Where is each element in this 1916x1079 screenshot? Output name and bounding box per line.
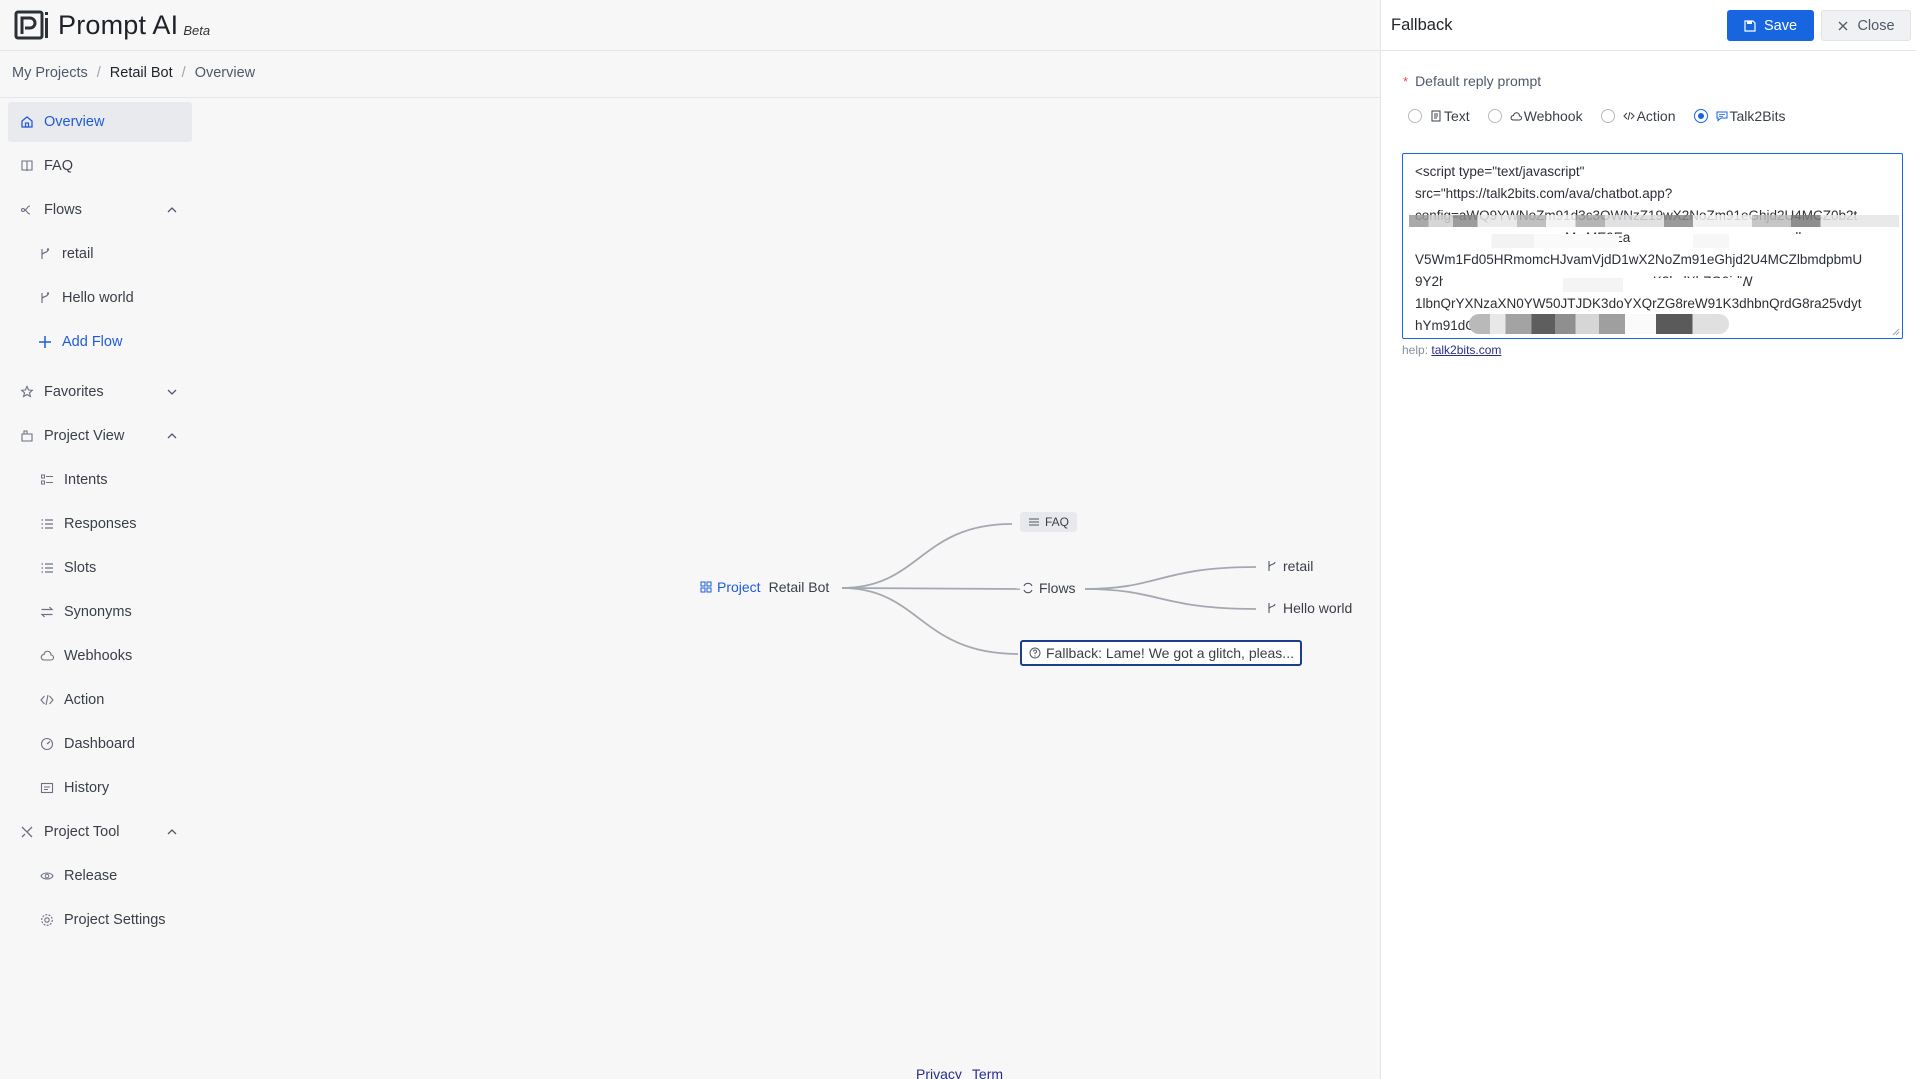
default-reply-prompt-label: * Default reply prompt: [1403, 73, 1542, 89]
save-icon: [1744, 19, 1756, 32]
fallback-node-label: Fallback: Lame! We got a glitch, pleas..…: [1046, 645, 1294, 661]
breadcrumb-retail-bot[interactable]: Retail Bot: [110, 65, 173, 81]
root-node-prefix: Project: [717, 579, 761, 595]
help-link[interactable]: talk2bits.com: [1431, 343, 1501, 357]
list-icon: [1028, 516, 1040, 528]
prompt-code-textarea[interactable]: <script type="text/javascript" src="http…: [1402, 153, 1903, 339]
breadcrumb: My Projects / Retail Bot / Overview: [12, 65, 255, 81]
document-icon: [1430, 110, 1442, 122]
prompt-ai-logo-icon: [14, 10, 48, 40]
redaction-mask: [1693, 234, 1873, 248]
beta-badge: Beta: [183, 22, 211, 38]
privacy-link[interactable]: Privacy: [916, 1066, 962, 1079]
radio-text[interactable]: Text: [1408, 108, 1470, 124]
redaction-mask: [1469, 314, 1729, 334]
help-prefix: help:: [1402, 343, 1429, 357]
radio-action[interactable]: Action: [1600, 108, 1676, 124]
footer: Privacy Term: [916, 1066, 1003, 1079]
help-text: help: talk2bits.com: [1402, 343, 1501, 357]
branch-icon: [1266, 560, 1278, 572]
flow-node-label: retail: [1283, 558, 1314, 574]
radio-label: Talk2Bits: [1729, 108, 1786, 124]
radio-circle[interactable]: [1693, 109, 1708, 123]
app-header: Prompt AI Beta: [0, 0, 1380, 51]
radio-label: Text: [1444, 108, 1470, 124]
mindmap-fallback-node[interactable]: Fallback: Lame! We got a glitch, pleas..…: [1020, 640, 1302, 666]
reply-type-radio-group: Text Webhook Action Talk2Bits: [1408, 108, 1804, 124]
mindmap-faq-node[interactable]: FAQ: [1020, 512, 1078, 532]
mindmap-flow-retail-node[interactable]: retail: [1266, 558, 1313, 574]
radio-circle[interactable]: [1487, 109, 1502, 123]
flow-node-label: Hello world: [1283, 600, 1353, 616]
redaction-mask: [1449, 234, 1619, 248]
drawer-title: Fallback: [1391, 15, 1453, 34]
cloud-icon: [1510, 110, 1522, 122]
close-button-label: Close: [1857, 17, 1895, 34]
mindmap-flow-hello-world-node[interactable]: Hello world: [1266, 600, 1352, 616]
code-line: src="https://talk2bits.com/ava/chatbot.a…: [1415, 186, 1673, 201]
code-line: V5Wm1Fd05HRmomcHJvamVjdD1wX2NoZm91eGhjd2…: [1415, 252, 1863, 267]
mindmap-connectors: [841, 523, 1257, 655]
save-button-label: Save: [1763, 17, 1798, 34]
brand-name: Prompt AI: [58, 9, 179, 40]
refresh-icon: [1022, 582, 1034, 594]
flows-node-label: Flows: [1039, 580, 1076, 596]
question-circle-icon: [1029, 647, 1041, 659]
breadcrumb-overview: Overview: [194, 65, 256, 81]
redaction-mask: [1443, 278, 1743, 292]
redaction-mask: [1409, 215, 1899, 227]
save-button[interactable]: Save: [1727, 10, 1814, 41]
resize-handle-icon[interactable]: [1892, 328, 1900, 336]
close-button[interactable]: Close: [1821, 10, 1911, 41]
mindmap-root-node[interactable]: Project Retail Bot: [700, 579, 829, 595]
close-icon: [1838, 21, 1848, 30]
breadcrumb-my-projects[interactable]: My Projects: [12, 65, 88, 81]
term-link[interactable]: Term: [972, 1066, 1003, 1079]
radio-circle[interactable]: [1600, 109, 1615, 123]
grid-icon: [700, 581, 712, 593]
code-icon: [1622, 110, 1635, 122]
radio-webhook[interactable]: Webhook: [1487, 108, 1583, 124]
required-asterisk: *: [1403, 73, 1409, 89]
radio-circle[interactable]: [1408, 109, 1422, 123]
root-node-name: Retail Bot: [768, 579, 830, 595]
drawer-header: Fallback Save Close: [1381, 0, 1916, 51]
radio-label: Action: [1636, 108, 1676, 124]
fallback-drawer: Fallback Save Close * Default reply prom…: [1380, 0, 1916, 1079]
mindmap-flows-node[interactable]: Flows: [1022, 580, 1076, 596]
chat-icon: [1716, 110, 1728, 122]
code-line: 1lbnQrYXNzaXN0YW50JTJDK3doYXQrZG8reW91K3…: [1415, 296, 1862, 311]
mindmap-canvas[interactable]: Project Retail Bot FAQ Flows retail Hell…: [0, 98, 1380, 1079]
radio-talk2bits[interactable]: Talk2Bits: [1693, 108, 1786, 124]
breadcrumb-separator: /: [96, 65, 101, 81]
branch-icon: [1266, 602, 1278, 614]
code-line: <script type="text/javascript": [1415, 164, 1585, 179]
faq-node-label: FAQ: [1045, 515, 1070, 529]
radio-label: Webhook: [1523, 108, 1583, 124]
breadcrumb-separator: /: [181, 65, 186, 81]
